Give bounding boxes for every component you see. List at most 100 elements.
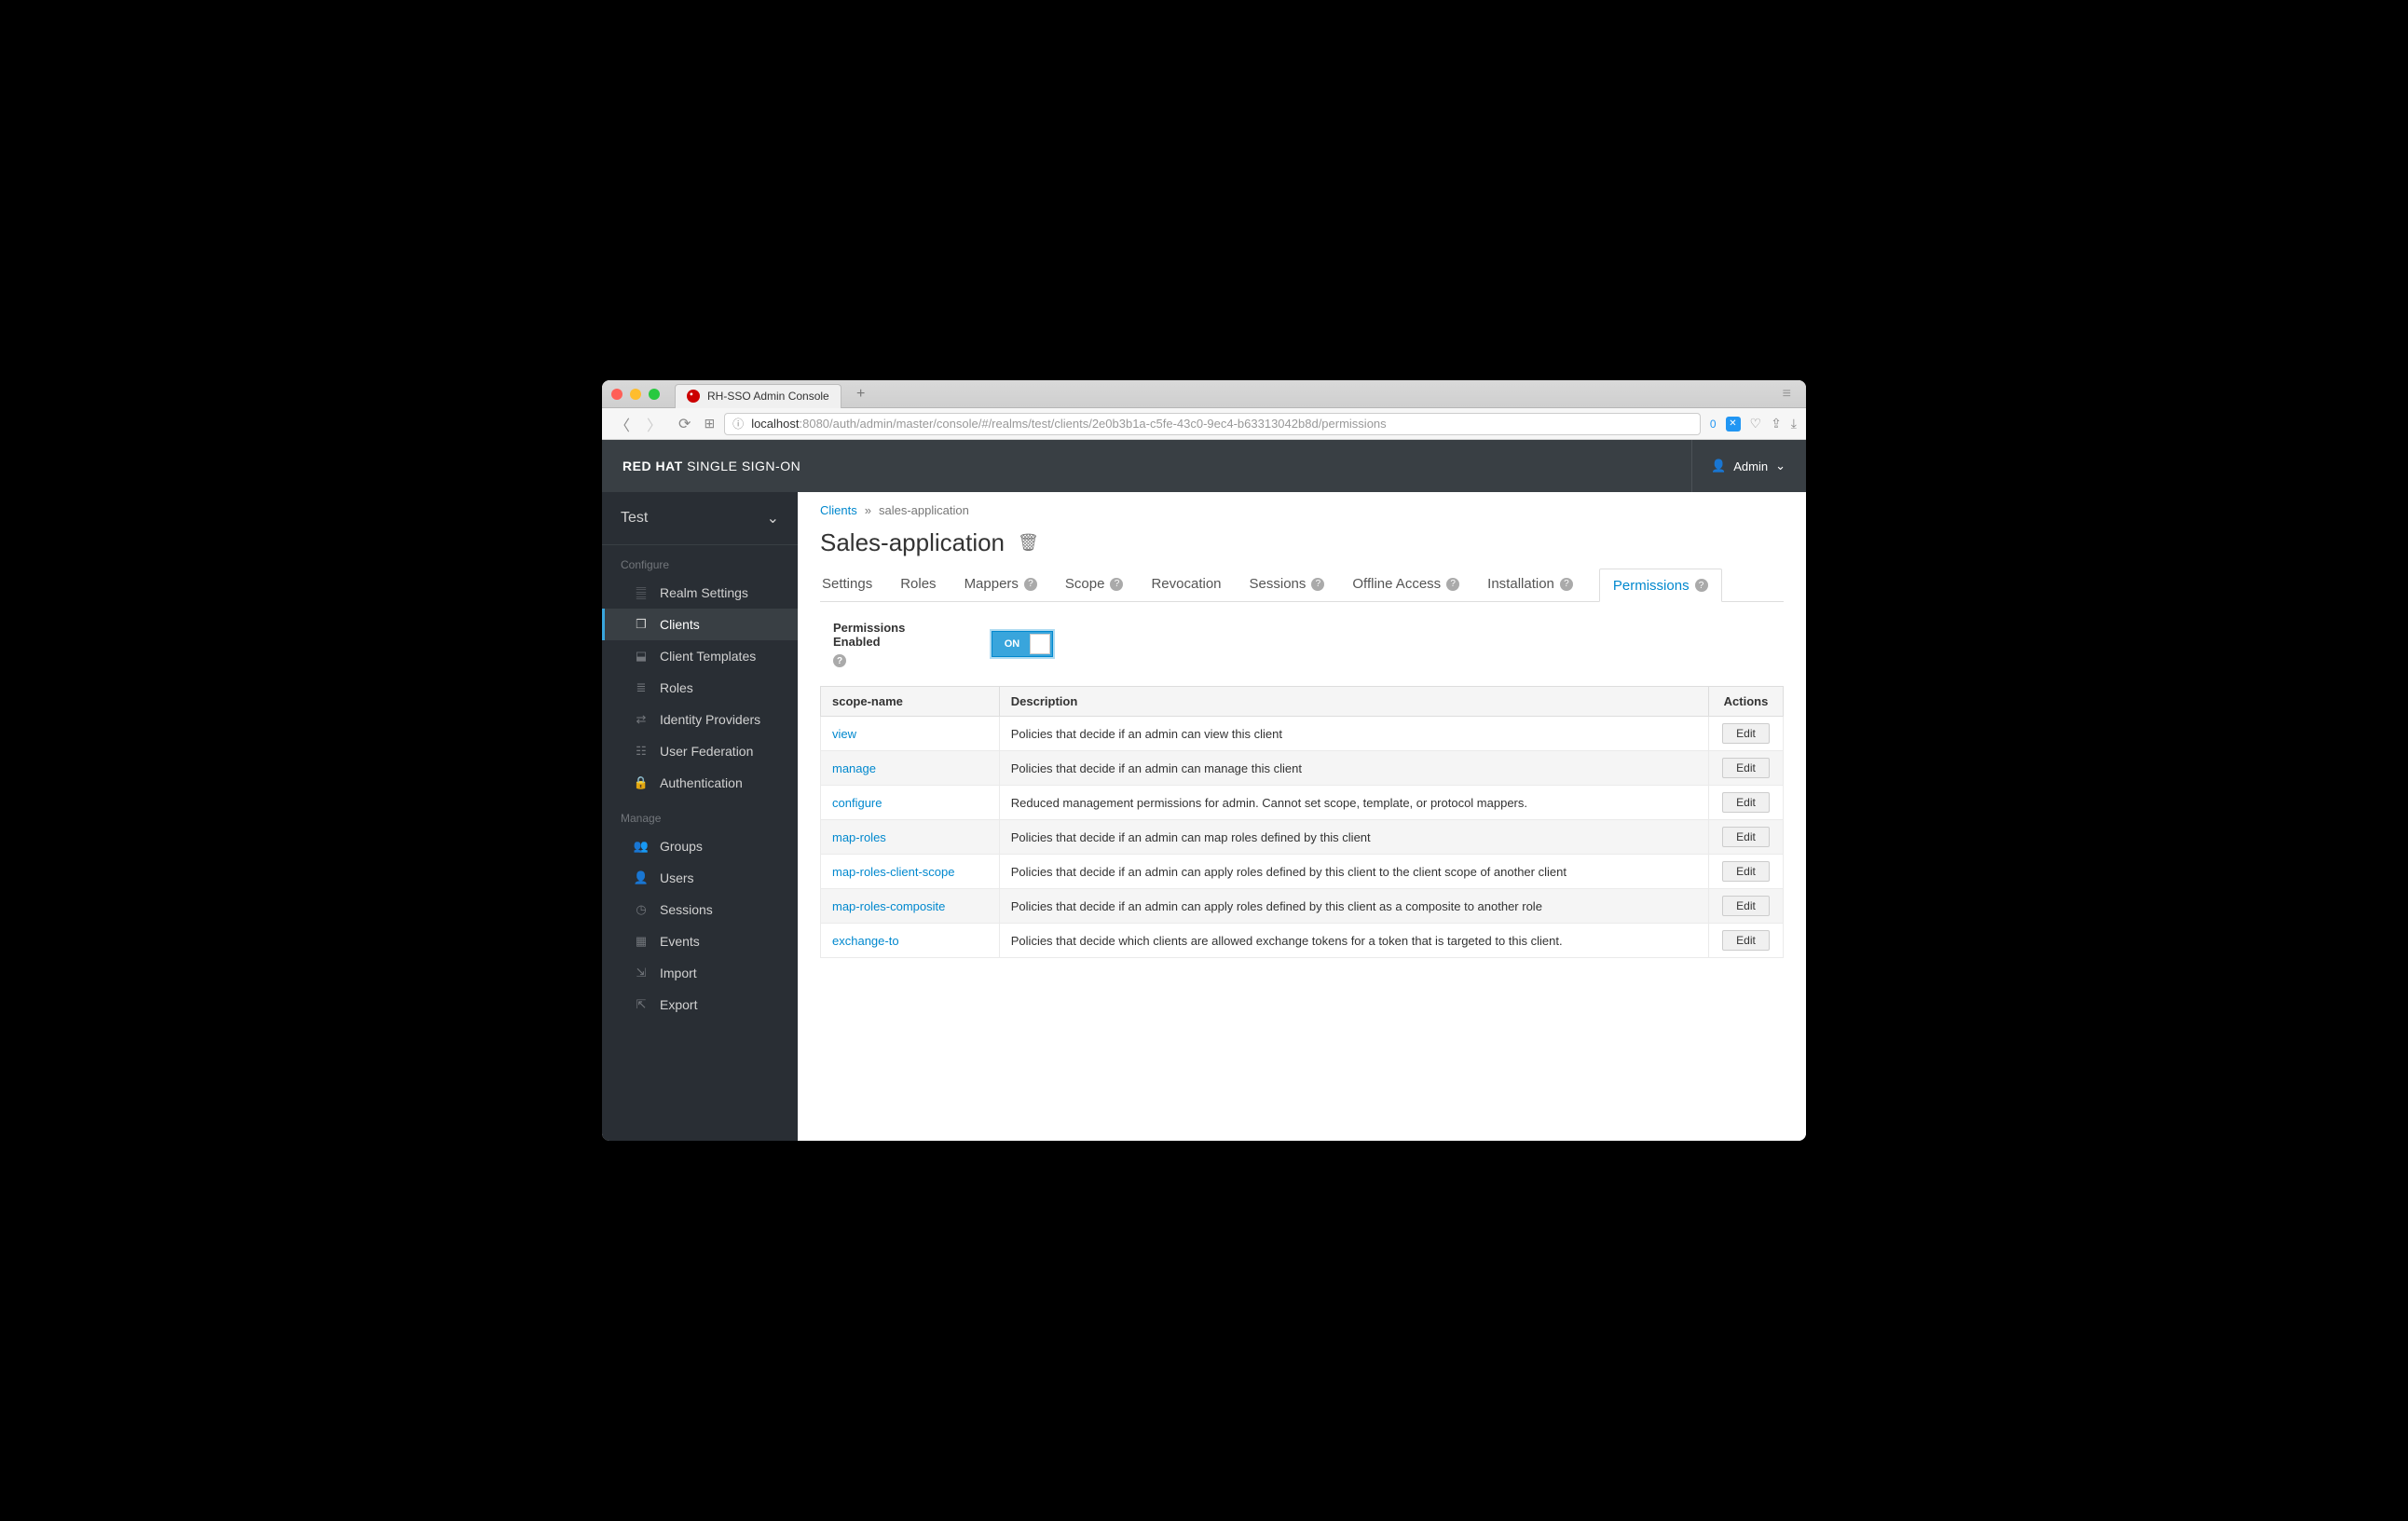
forward-button[interactable]: 〉 — [643, 411, 665, 437]
user-menu[interactable]: 👤 Admin ⌄ — [1691, 440, 1785, 492]
edit-button[interactable]: Edit — [1722, 896, 1770, 916]
tab-scope[interactable]: Scope? — [1063, 569, 1126, 601]
help-icon[interactable]: ? — [1446, 578, 1459, 591]
edit-button[interactable]: Edit — [1722, 861, 1770, 882]
tab-mappers[interactable]: Mappers? — [963, 569, 1039, 601]
edit-button[interactable]: Edit — [1722, 792, 1770, 813]
sidebar-item-label: Roles — [660, 680, 693, 695]
scope-description: Policies that decide if an admin can vie… — [999, 717, 1708, 751]
page-title-row: Sales-application 🗑 — [820, 528, 1784, 557]
tab-revocation[interactable]: Revocation — [1149, 569, 1223, 601]
delete-client-button[interactable]: 🗑 — [1018, 533, 1039, 553]
breadcrumb-separator-icon: » — [865, 503, 871, 517]
tab-overflow-button[interactable]: ≡ — [1777, 386, 1797, 403]
favorite-icon[interactable]: ♡ — [1750, 416, 1762, 432]
tab-installation[interactable]: Installation? — [1485, 569, 1575, 601]
cubes-icon: ⬓ — [634, 649, 649, 664]
sidebar-item-authentication[interactable]: 🔒Authentication — [602, 767, 798, 799]
url-text: localhost:8080/auth/admin/master/console… — [751, 417, 1386, 431]
edit-button[interactable]: Edit — [1722, 723, 1770, 744]
scope-description: Policies that decide if an admin can man… — [999, 751, 1708, 786]
scope-link-map-roles-composite[interactable]: map-roles-composite — [832, 899, 945, 913]
sidebar-item-client-templates[interactable]: ⬓Client Templates — [602, 640, 798, 672]
scope-link-view[interactable]: view — [832, 727, 856, 741]
scope-link-manage[interactable]: manage — [832, 761, 876, 775]
user-icon: 👤 — [1711, 459, 1726, 473]
scope-link-configure[interactable]: configure — [832, 796, 882, 810]
tab-settings[interactable]: Settings — [820, 569, 874, 601]
tab-roles[interactable]: Roles — [898, 569, 937, 601]
realm-name: Test — [621, 510, 648, 527]
breadcrumb: Clients » sales-application — [820, 503, 1784, 517]
scope-description: Policies that decide which clients are a… — [999, 924, 1708, 958]
import-icon: ⇲ — [634, 966, 649, 980]
scope-description: Policies that decide if an admin can app… — [999, 889, 1708, 924]
share-icon[interactable]: ⇪ — [1771, 416, 1782, 432]
sidebar-item-import[interactable]: ⇲Import — [602, 957, 798, 989]
sidebar-item-label: Export — [660, 997, 697, 1012]
scope-description: Policies that decide if an admin can map… — [999, 820, 1708, 855]
sidebar-item-realm-settings[interactable]: 𝄛Realm Settings — [602, 577, 798, 609]
table-row: view Policies that decide if an admin can… — [821, 717, 1784, 751]
tab-offline-access[interactable]: Offline Access? — [1350, 569, 1461, 601]
sidebar-item-identity-providers[interactable]: ⇄Identity Providers — [602, 704, 798, 735]
downloads-icon[interactable]: ⤓ — [1791, 416, 1797, 432]
scope-link-map-roles[interactable]: map-roles — [832, 830, 886, 844]
edit-button[interactable]: Edit — [1722, 827, 1770, 847]
tab-sessions[interactable]: Sessions? — [1248, 569, 1327, 601]
help-icon[interactable]: ? — [1695, 579, 1708, 592]
maximize-window-button[interactable] — [649, 389, 660, 400]
help-icon[interactable]: ? — [1024, 578, 1037, 591]
realm-selector[interactable]: Test ⌄ — [602, 492, 798, 545]
back-button[interactable]: 〈 — [611, 411, 634, 437]
apps-icon[interactable]: ⊞ — [704, 416, 715, 432]
close-window-button[interactable] — [611, 389, 623, 400]
sidebar-item-label: Identity Providers — [660, 712, 760, 727]
sidebar-item-clients[interactable]: ❒Clients — [602, 609, 798, 640]
app-header: RED HAT SINGLE SIGN-ON 👤 Admin ⌄ — [602, 440, 1806, 492]
permissions-table: scope-name Description Actions viewPolic… — [820, 686, 1784, 958]
sidebar-item-roles[interactable]: ≣Roles — [602, 672, 798, 704]
tab-title: RH-SSO Admin Console — [707, 390, 829, 403]
edit-button[interactable]: Edit — [1722, 930, 1770, 951]
edit-button[interactable]: Edit — [1722, 758, 1770, 778]
scope-description: Policies that decide if an admin can app… — [999, 855, 1708, 889]
toolbar-right: 0 ✕ ♡ ⇪ ⤓ — [1710, 416, 1797, 432]
brand-logo: RED HAT SINGLE SIGN-ON — [623, 459, 800, 473]
sidebar-section-manage: Manage — [602, 799, 798, 830]
table-row: map-roles-client-scope Policies that deci… — [821, 855, 1784, 889]
sidebar-item-user-federation[interactable]: ☷User Federation — [602, 735, 798, 767]
lock-icon: 🔒 — [634, 775, 649, 790]
help-icon[interactable]: ? — [1311, 578, 1324, 591]
sidebar-item-label: Sessions — [660, 902, 713, 917]
reload-button[interactable]: ⟳ — [675, 413, 694, 435]
sidebar-item-sessions[interactable]: ◷ Sessions — [602, 894, 798, 925]
toggle-knob — [1030, 634, 1050, 654]
col-actions: Actions — [1709, 687, 1784, 717]
window-controls — [611, 389, 660, 400]
new-tab-button[interactable]: + — [849, 382, 873, 406]
tab-label: Sessions — [1250, 576, 1307, 592]
clock-icon: ◷ — [634, 902, 649, 917]
browser-toolbar: 〈 〉 ⟳ ⊞ ⓘ localhost:8080/auth/admin/mast… — [602, 408, 1806, 440]
help-icon[interactable]: ? — [1110, 578, 1123, 591]
permissions-enabled-toggle[interactable]: ON — [992, 631, 1053, 657]
breadcrumb-root[interactable]: Clients — [820, 503, 857, 517]
scope-link-exchange-to[interactable]: exchange-to — [832, 934, 899, 948]
url-input[interactable]: ⓘ localhost:8080/auth/admin/master/conso… — [724, 413, 1701, 435]
tab-label: Scope — [1065, 576, 1105, 592]
sidebar-item-events[interactable]: ▦Events — [602, 925, 798, 957]
scope-link-map-roles-client-scope[interactable]: map-roles-client-scope — [832, 865, 955, 879]
sidebar-item-users[interactable]: 👤Users — [602, 862, 798, 894]
help-icon[interactable]: ? — [833, 654, 846, 667]
help-icon[interactable]: ? — [1560, 578, 1573, 591]
blocked-count: 0 — [1710, 418, 1717, 431]
sidebar-item-groups[interactable]: 👥Groups — [602, 830, 798, 862]
sidebar-item-export[interactable]: ⇱Export — [602, 989, 798, 1021]
user-label: Admin — [1733, 459, 1768, 473]
tracker-badge-icon[interactable]: ✕ — [1726, 417, 1741, 432]
sidebar: Test ⌄ Configure 𝄛Realm Settings❒Clients… — [602, 492, 798, 1141]
minimize-window-button[interactable] — [630, 389, 641, 400]
browser-tab[interactable]: RH-SSO Admin Console — [675, 384, 841, 408]
tab-permissions[interactable]: Permissions? — [1599, 569, 1722, 602]
